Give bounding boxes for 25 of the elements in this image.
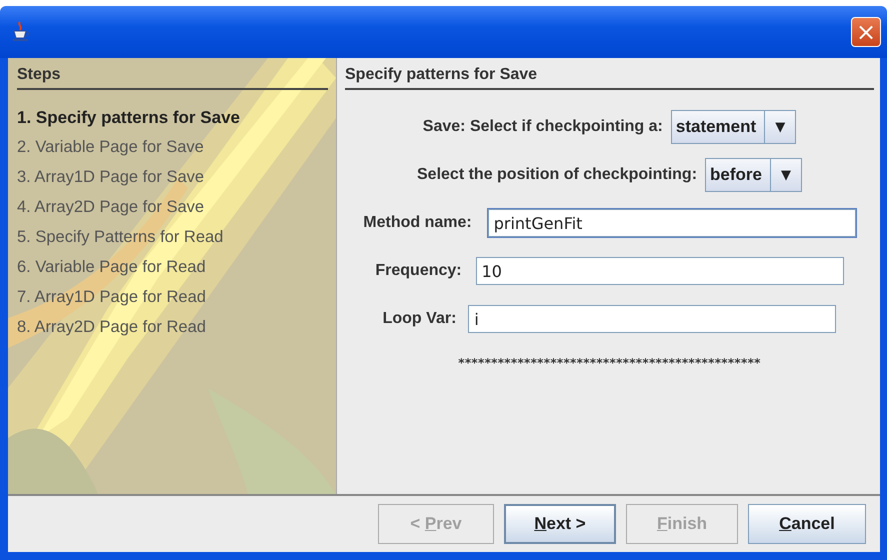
wizard-button[interactable]: Next > (504, 504, 616, 544)
panel-title: Specify patterns for Save (345, 66, 874, 90)
step-item: 8. Array2D Page for Read (17, 318, 207, 338)
separator-text: ********************************************** (457, 356, 762, 370)
field-label: Select the position of checkpointing: (417, 166, 698, 184)
step-item: 5. Specify Patterns for Read (17, 228, 224, 248)
coffee-cup-icon (12, 21, 30, 43)
step-item: 1. Specify patterns for Save (17, 108, 241, 129)
input-field[interactable]: 10 (476, 257, 844, 285)
step-item: 6. Variable Page for Read (17, 258, 207, 278)
step-item: 2. Variable Page for Save (17, 138, 205, 158)
input-field[interactable]: i (468, 305, 836, 333)
close-button[interactable]: × (851, 17, 881, 47)
panel-title: Steps (17, 66, 328, 90)
dropdown[interactable]: before ▼ (705, 158, 802, 192)
input-field[interactable]: printGenFit (488, 209, 856, 237)
field-label: Frequency: (375, 262, 462, 280)
wizard-button[interactable]: Cancel (748, 504, 866, 544)
dropdown[interactable]: statement ▼ (670, 110, 796, 144)
step-item: 4. Array2D Page for Save (17, 198, 206, 218)
step-item: 7. Array1D Page for Read (17, 288, 207, 308)
field-label: Save: Select if checkpointing a: (422, 118, 663, 136)
field-label: Method name: (363, 214, 472, 232)
field-label: Loop Var: (382, 310, 456, 328)
step-item: 3. Array1D Page for Save (17, 168, 206, 188)
